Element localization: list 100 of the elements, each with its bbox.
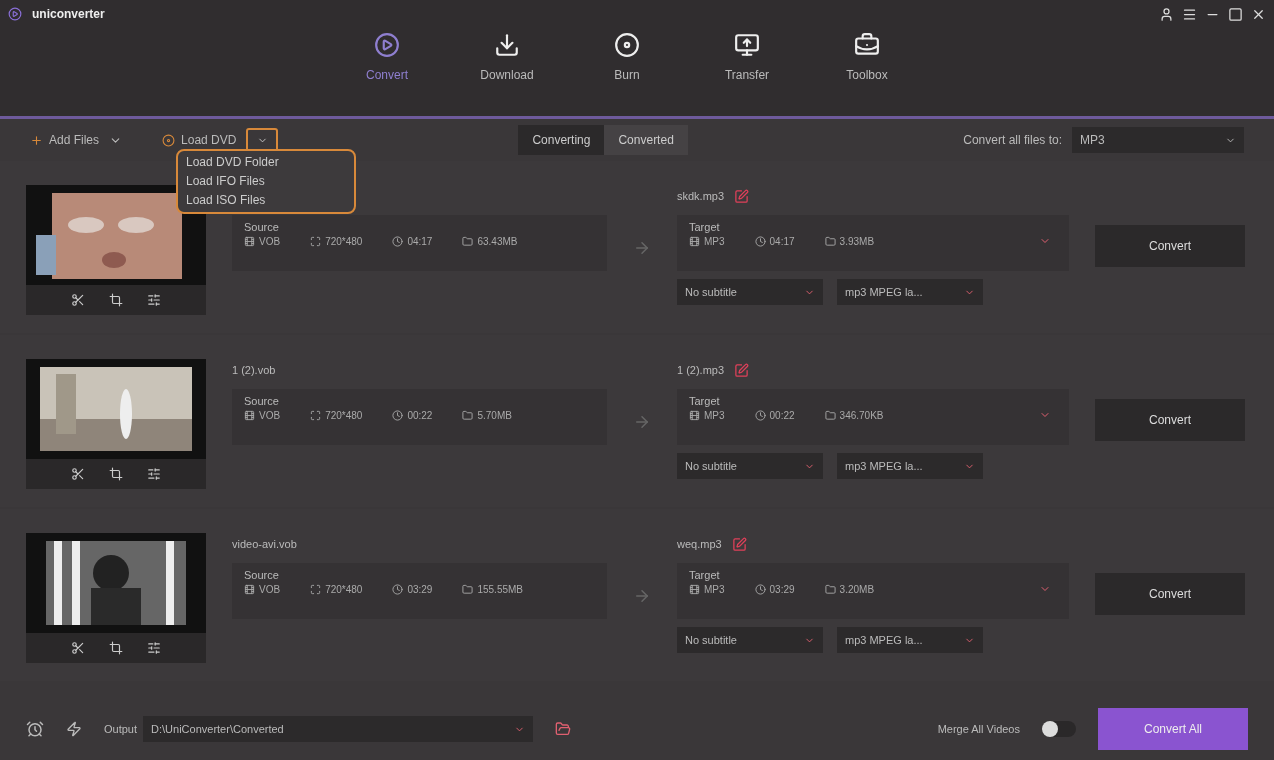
clock-icon — [392, 410, 404, 421]
convert-all-label: Convert all files to: — [963, 133, 1062, 147]
arrow-icon — [633, 587, 651, 605]
sliders-icon[interactable] — [147, 293, 161, 307]
nav-tab[interactable]: Download — [472, 28, 542, 82]
clock-icon — [754, 584, 766, 595]
format-select[interactable]: MP3 — [1072, 127, 1244, 153]
tab[interactable]: Converted — [604, 125, 688, 155]
crop-icon[interactable] — [109, 293, 123, 307]
convert-button[interactable]: Convert — [1095, 225, 1245, 267]
alarm-icon[interactable] — [26, 720, 44, 738]
film-icon — [244, 236, 255, 247]
folder-text: 3.93MB — [839, 236, 875, 247]
file-name: skdk.mp3 — [677, 190, 725, 202]
film-text: MP3 — [704, 584, 725, 595]
crop-icon[interactable] — [109, 641, 123, 655]
folder-icon — [462, 584, 474, 595]
crop-icon[interactable] — [109, 467, 123, 481]
convert-button[interactable]: Convert — [1095, 573, 1245, 615]
folder-text: 346.70KB — [839, 410, 884, 421]
scissors-icon[interactable] — [71, 293, 85, 307]
folder-icon — [462, 236, 474, 247]
plus-icon — [30, 133, 43, 147]
merge-toggle[interactable] — [1042, 721, 1076, 737]
target-label: Target — [689, 221, 721, 233]
output-label: Output — [104, 723, 138, 735]
menu-item[interactable]: Load IFO Files — [186, 172, 346, 191]
convert-button[interactable]: Convert — [1095, 399, 1245, 441]
folder-text: 63.43MB — [477, 236, 518, 247]
film-text: MP3 — [704, 236, 725, 247]
clock-icon — [754, 410, 766, 421]
scissors-icon[interactable] — [71, 467, 85, 481]
frame-text: 720*480 — [325, 584, 363, 595]
audio-select[interactable]: mp3 MPEG la... — [837, 279, 983, 305]
lightning-icon[interactable] — [66, 721, 82, 737]
film-icon — [689, 410, 700, 421]
audio-select[interactable]: mp3 MPEG la... — [837, 627, 983, 653]
target-label: Target — [689, 569, 721, 581]
frame-icon — [310, 410, 322, 421]
arrow-icon — [633, 239, 651, 257]
account-icon[interactable] — [1159, 6, 1174, 22]
load-dvd-button[interactable]: Load DVD — [162, 133, 237, 147]
source-label: Source — [244, 569, 280, 581]
menu-item[interactable]: Load ISO Files — [186, 191, 346, 210]
maximize-icon[interactable] — [1228, 6, 1243, 22]
scissors-icon[interactable] — [71, 641, 85, 655]
subtitle-select[interactable]: No subtitle — [677, 453, 823, 479]
file-name: 1 (2).mp3 — [677, 364, 725, 376]
source-label: Source — [244, 221, 280, 233]
menu-icon[interactable] — [1182, 6, 1197, 22]
clock-icon — [392, 236, 404, 247]
file-name: 1 (2).vob — [232, 364, 276, 376]
logo-icon — [8, 7, 22, 21]
monitor-icon — [734, 32, 760, 58]
clock-text: 00:22 — [407, 410, 433, 421]
source-label: Source — [244, 395, 280, 407]
target-label: Target — [689, 395, 721, 407]
edit-icon[interactable] — [734, 188, 750, 204]
folder-icon — [824, 584, 836, 595]
nav-tab[interactable]: Toolbox — [832, 28, 902, 82]
film-icon — [244, 584, 255, 595]
film-text: VOB — [259, 410, 281, 421]
file-name: video-avi.vob — [232, 538, 297, 550]
clock-icon — [392, 584, 404, 595]
add-files-button[interactable]: Add Files — [30, 133, 100, 147]
subtitle-select[interactable]: No subtitle — [677, 627, 823, 653]
nav-tab[interactable]: Transfer — [712, 28, 782, 82]
output-path-select[interactable]: D:\UniConverter\Converted — [143, 716, 534, 742]
nav-tab[interactable]: Burn — [592, 28, 662, 82]
frame-icon — [310, 236, 322, 247]
film-text: MP3 — [704, 410, 725, 421]
download-icon — [494, 32, 520, 58]
audio-select[interactable]: mp3 MPEG la... — [837, 453, 983, 479]
film-icon — [689, 584, 700, 595]
sliders-icon[interactable] — [147, 641, 161, 655]
tab[interactable]: Converting — [518, 125, 605, 155]
frame-icon — [310, 584, 322, 595]
sliders-icon[interactable] — [147, 467, 161, 481]
folder-text: 5.70MB — [477, 410, 512, 421]
clock-icon — [754, 236, 766, 247]
nav-tab[interactable]: Convert — [352, 28, 422, 82]
convert-all-button[interactable]: Convert All — [1098, 708, 1248, 750]
app-title: uniconverter — [32, 7, 105, 21]
folder-icon[interactable] — [555, 721, 572, 737]
file-name: weq.mp3 — [677, 538, 722, 550]
film-icon — [689, 236, 700, 247]
clock-text: 04:17 — [407, 236, 433, 247]
clock-text: 03:29 — [407, 584, 433, 595]
menu-item[interactable]: Load DVD Folder — [186, 153, 346, 172]
folder-icon — [824, 410, 836, 421]
film-text: VOB — [259, 584, 281, 595]
frame-text: 720*480 — [325, 236, 363, 247]
clock-text: 04:17 — [769, 236, 795, 247]
frame-text: 720*480 — [325, 410, 363, 421]
edit-icon[interactable] — [731, 536, 747, 552]
folder-text: 3.20MB — [839, 584, 875, 595]
edit-icon[interactable] — [734, 362, 750, 378]
folder-icon — [824, 236, 836, 247]
film-text: VOB — [259, 236, 281, 247]
subtitle-select[interactable]: No subtitle — [677, 279, 823, 305]
